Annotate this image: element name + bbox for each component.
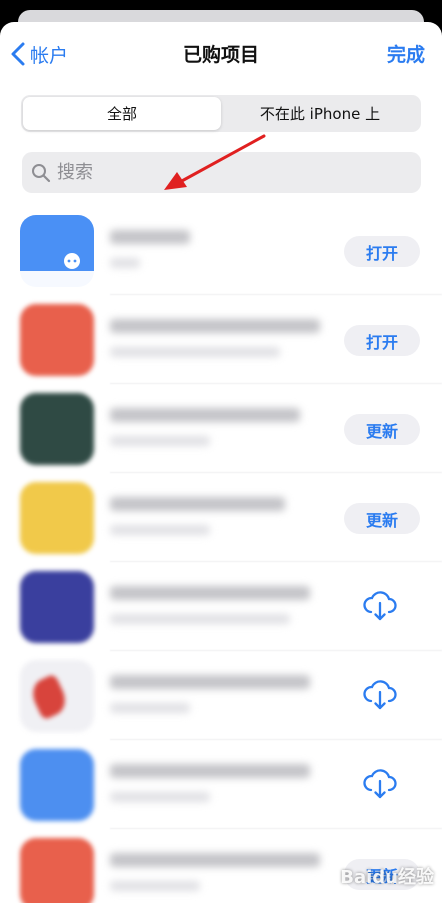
open-button[interactable]: 打开 [344, 236, 420, 267]
app-info-redacted [110, 497, 285, 535]
app-icon [20, 660, 94, 732]
app-info-redacted [110, 230, 190, 268]
app-icon [20, 749, 94, 821]
app-info-redacted [110, 853, 320, 891]
update-button[interactable]: 更新 [344, 503, 420, 534]
purchased-app-list: 打开 打开 更新 更新 更新 [0, 206, 442, 903]
cloud-download-icon[interactable] [362, 677, 398, 713]
app-icon [20, 393, 94, 465]
app-icon [20, 838, 94, 903]
segment-not-on-iphone[interactable]: 不在此 iPhone 上 [221, 97, 419, 130]
page-title: 已购项目 [182, 44, 259, 66]
open-button[interactable]: 打开 [344, 325, 420, 356]
purchased-sheet: 帐户 已购项目 完成 全部 不在此 iPhone 上 打开 [0, 22, 442, 903]
nav-bar: 帐户 已购项目 完成 [0, 22, 442, 84]
watermark: Baidu经验 [340, 867, 434, 888]
app-icon [20, 482, 94, 554]
cloud-download-icon[interactable] [362, 588, 398, 624]
app-icon [20, 304, 94, 376]
app-icon [20, 571, 94, 643]
app-info-redacted [110, 319, 320, 357]
chat-bubble-icon [20, 253, 94, 287]
app-icon [20, 215, 94, 287]
list-item[interactable]: 更新 [0, 473, 442, 562]
list-item[interactable] [0, 562, 442, 651]
app-info-redacted [110, 586, 310, 624]
segmented-control: 全部 不在此 iPhone 上 [21, 95, 421, 132]
list-item[interactable]: 更新 [0, 384, 442, 473]
list-item[interactable] [0, 651, 442, 740]
segment-all[interactable]: 全部 [23, 97, 221, 130]
app-info-redacted [110, 764, 310, 802]
search-icon [32, 163, 51, 182]
list-item[interactable]: 打开 [0, 295, 442, 384]
update-button[interactable]: 更新 [344, 414, 420, 445]
annotation-arrow-icon [164, 134, 266, 190]
list-item[interactable]: 打开 [0, 206, 442, 295]
app-info-redacted [110, 408, 300, 446]
list-item[interactable] [0, 740, 442, 829]
done-button[interactable]: 完成 [387, 40, 425, 67]
cloud-download-icon[interactable] [362, 766, 398, 802]
app-info-redacted [110, 675, 310, 713]
